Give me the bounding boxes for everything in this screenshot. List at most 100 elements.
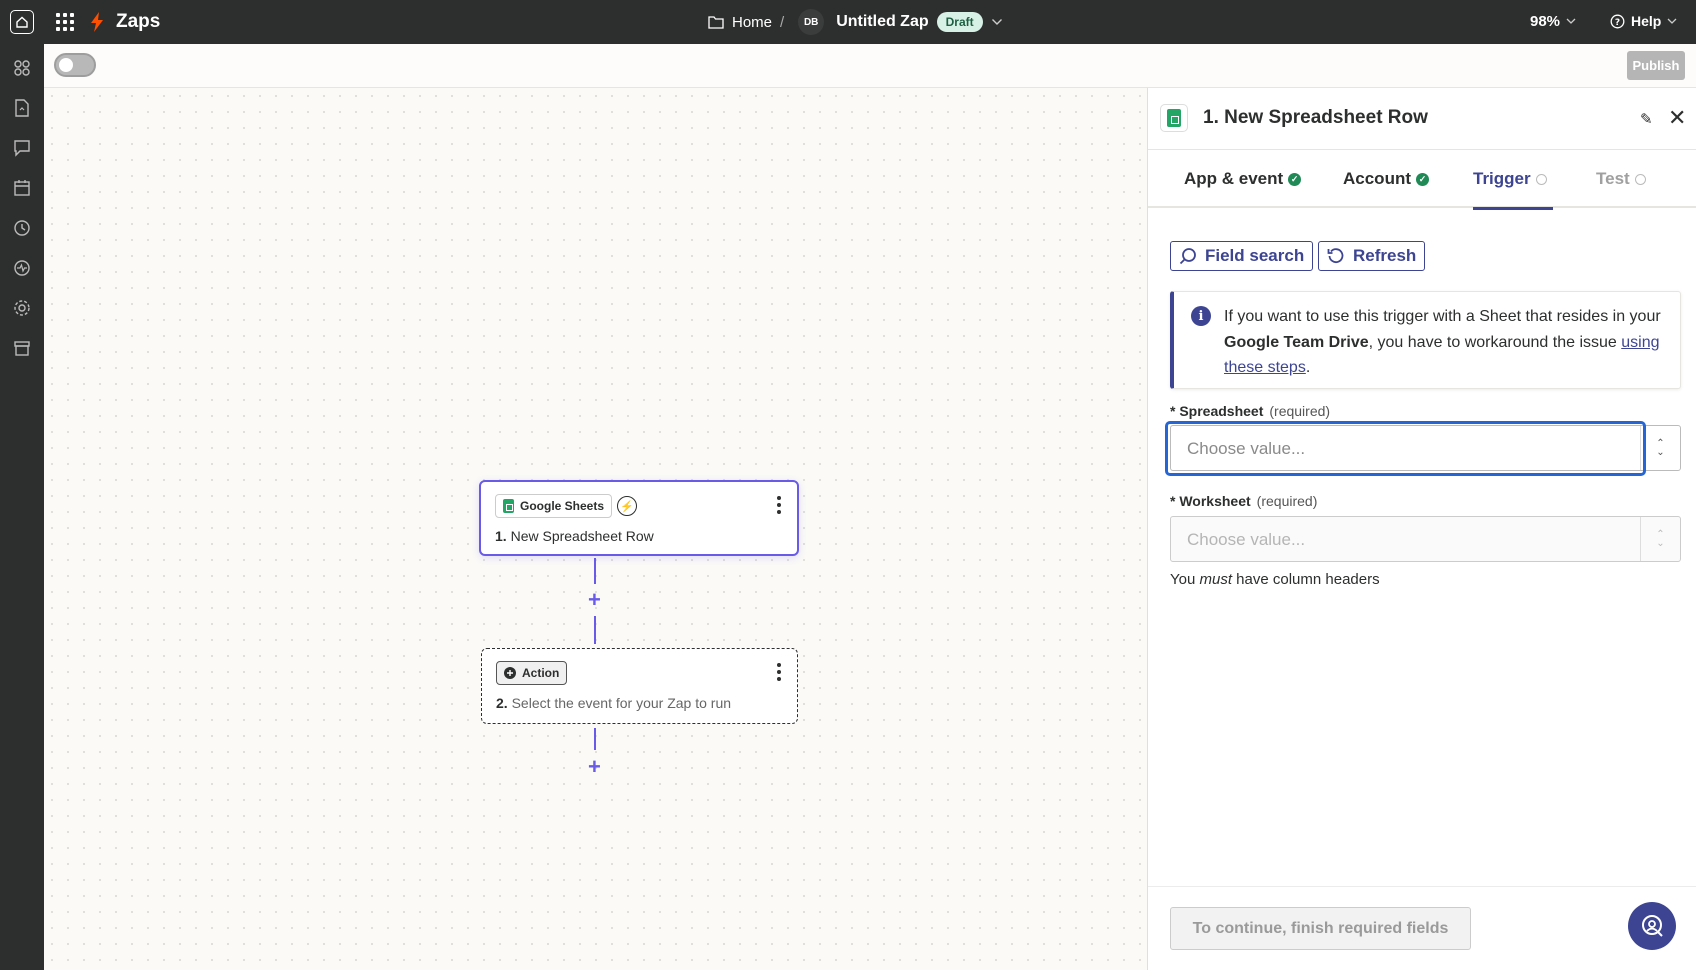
chevron-down-icon	[1667, 18, 1677, 24]
info-text-part: , you have to workaround the issue	[1368, 333, 1622, 351]
step-number: 2.	[496, 695, 508, 711]
column-headers-hint: You must have column headers	[1170, 571, 1380, 588]
select-arrows-icon[interactable]: ⌃ ⌄	[1640, 426, 1680, 470]
action-step-card[interactable]: Action 2. Select the event for your Zap …	[481, 648, 798, 724]
app-name[interactable]: Zaps	[116, 11, 160, 33]
breadcrumb-home[interactable]: Home	[732, 14, 772, 31]
zap-on-off-toggle[interactable]	[54, 53, 96, 77]
chat-icon[interactable]	[13, 139, 31, 157]
refresh-icon	[1327, 248, 1344, 264]
step-config-panel: 1. New Spreadsheet Row ✎ ✕ App & event ✓…	[1147, 88, 1696, 970]
folder-icon	[708, 16, 724, 29]
tab-test[interactable]: Test	[1596, 150, 1646, 208]
zap-bolt-icon	[90, 12, 104, 37]
settings-icon[interactable]	[13, 299, 31, 317]
apps-grid-icon[interactable]	[56, 13, 74, 31]
apps-icon[interactable]	[13, 59, 31, 77]
step-title-text: New Spreadsheet Row	[510, 528, 654, 544]
panel-footer: To continue, finish required fields	[1148, 886, 1696, 970]
check-circle-icon: ✓	[1288, 172, 1302, 186]
zap-title[interactable]: Untitled Zap	[836, 13, 928, 31]
close-icon[interactable]: ✕	[1668, 105, 1686, 131]
tab-label: App & event	[1184, 169, 1284, 188]
info-alert: i If you want to use this trigger with a…	[1170, 291, 1681, 389]
refresh-button[interactable]: Refresh	[1318, 241, 1426, 271]
svg-text:?: ?	[1615, 18, 1620, 28]
info-text-part: If you want to use this trigger with a S…	[1224, 308, 1661, 325]
archive-icon[interactable]	[13, 339, 31, 357]
zoom-level: 98%	[1530, 13, 1561, 30]
tab-trigger[interactable]: Trigger	[1473, 150, 1553, 210]
tab-label: Account	[1343, 169, 1411, 188]
zoom-control[interactable]: 98%	[1530, 13, 1576, 30]
refresh-label: Refresh	[1353, 246, 1417, 265]
left-rail: ✦	[0, 44, 44, 970]
required-hint: (required)	[1269, 403, 1331, 419]
tab-label: Test	[1596, 169, 1630, 188]
breadcrumb: Home / DB Untitled Zap Draft	[708, 0, 1003, 44]
chevron-down-icon[interactable]	[991, 18, 1003, 26]
connector-line	[594, 616, 596, 644]
top-bar: Zaps Home / DB Untitled Zap Draft 98% ? …	[0, 0, 1696, 44]
history-icon[interactable]	[13, 219, 31, 237]
worksheet-select[interactable]: Choose value... ⌃ ⌄	[1170, 516, 1681, 562]
step-title-text: Select the event for your Zap to run	[511, 695, 732, 711]
check-circle-icon: ✓	[1416, 172, 1429, 186]
hint-text: have column headers	[1232, 571, 1380, 588]
field-search-label: Field search	[1205, 246, 1305, 265]
owner-avatar[interactable]: DB	[798, 9, 825, 35]
panel-header: 1. New Spreadsheet Row ✎ ✕	[1148, 88, 1696, 150]
step-title: 2. Select the event for your Zap to run	[496, 695, 731, 711]
editor-toolbar: Publish	[44, 44, 1696, 88]
publish-button[interactable]: Publish	[1627, 51, 1685, 80]
hint-emphasis: must	[1199, 571, 1232, 588]
google-sheets-icon	[1160, 104, 1188, 132]
continue-button[interactable]: To continue, finish required fields	[1170, 907, 1471, 950]
activity-icon[interactable]	[13, 259, 31, 277]
home-icon[interactable]	[10, 10, 34, 34]
connector-line	[594, 728, 596, 750]
edit-pencil-icon[interactable]: ✎	[1640, 110, 1653, 128]
spreadsheet-label: * Spreadsheet (required)	[1170, 403, 1330, 419]
worksheet-label: * Worksheet (required)	[1170, 493, 1317, 509]
step-tabs: App & event ✓ Account ✓ Trigger Test	[1148, 150, 1696, 210]
tab-label: Trigger	[1473, 169, 1531, 188]
panel-title[interactable]: 1. New Spreadsheet Row	[1203, 107, 1428, 129]
step-title: 1. New Spreadsheet Row	[495, 528, 654, 544]
spreadsheet-select[interactable]: Choose value... ⌃ ⌄	[1165, 421, 1681, 476]
google-sheets-icon	[503, 499, 514, 513]
action-pill: Action	[496, 661, 568, 685]
field-label-text: * Spreadsheet	[1170, 403, 1264, 419]
info-text-part: .	[1305, 359, 1311, 376]
field-label-text: * Worksheet	[1170, 493, 1251, 509]
worksheet-placeholder: Choose value...	[1187, 530, 1306, 549]
app-pill-label: Google Sheets	[520, 499, 605, 513]
info-text-bold: Google Team Drive	[1224, 333, 1369, 351]
support-chat-icon[interactable]	[1628, 902, 1676, 950]
more-options-icon[interactable]	[777, 663, 781, 681]
trigger-step-card[interactable]: Google Sheets ⚡ 1. New Spreadsheet Row	[479, 480, 799, 556]
tab-account[interactable]: Account ✓	[1343, 150, 1429, 208]
help-menu[interactable]: ? Help	[1610, 13, 1677, 29]
zap-canvas[interactable]: Google Sheets ⚡ 1. New Spreadsheet Row +…	[44, 88, 1147, 970]
status-badge: Draft	[936, 12, 983, 32]
add-step-plus-icon[interactable]: +	[588, 589, 601, 611]
calendar-icon[interactable]	[13, 179, 31, 197]
select-arrows-icon[interactable]: ⌃ ⌄	[1640, 517, 1680, 561]
add-step-plus-icon[interactable]: +	[588, 756, 601, 778]
info-icon: i	[1191, 306, 1211, 326]
spreadsheet-placeholder: Choose value...	[1187, 439, 1306, 458]
action-plus-icon	[504, 667, 516, 679]
help-label: Help	[1631, 13, 1662, 29]
document-icon[interactable]	[13, 99, 31, 117]
required-hint: (required)	[1256, 493, 1318, 509]
chevron-down-icon	[1566, 18, 1576, 24]
more-options-icon[interactable]	[777, 496, 781, 514]
help-icon: ?	[1610, 14, 1625, 28]
toggle-knob	[59, 58, 73, 72]
field-search-button[interactable]: Field search	[1170, 241, 1314, 271]
incomplete-circle-icon	[1634, 173, 1646, 185]
step-number: 1.	[495, 528, 507, 544]
tab-app-event[interactable]: App & event ✓	[1184, 150, 1302, 208]
hint-text: You	[1170, 571, 1200, 588]
